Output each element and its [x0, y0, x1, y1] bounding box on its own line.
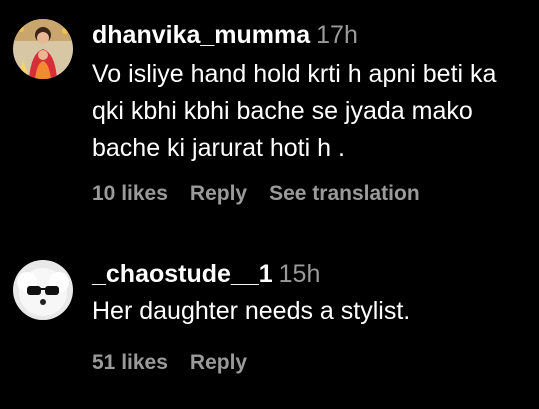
comment-header: _chaostude__1 15h	[92, 259, 320, 289]
reply-button[interactable]: Reply	[190, 351, 247, 374]
timestamp: 17h	[316, 21, 358, 49]
comment-actions: 51 likes Reply	[92, 350, 247, 376]
comments-screen: dhanvika_mumma 17h Vo isliye hand hold kr…	[0, 0, 539, 409]
comment-actions: 10 likes Reply See translation	[92, 181, 420, 207]
likes-count[interactable]: 10 likes	[92, 182, 168, 205]
see-translation-button[interactable]: See translation	[269, 182, 420, 205]
reply-button[interactable]: Reply	[190, 182, 247, 205]
comment-item: dhanvika_mumma 17h Vo isliye hand hold kr…	[0, 0, 539, 230]
comment-text: Her daughter needs a stylist.	[92, 297, 411, 325]
comment-item: _chaostude__1 15h Her daughter needs a st…	[0, 230, 539, 409]
comment-header: dhanvika_mumma 17h	[92, 20, 358, 50]
comment-text: Vo isliye hand hold krti h apni beti ka …	[92, 60, 497, 162]
username-link[interactable]: dhanvika_mumma	[92, 21, 310, 49]
timestamp: 15h	[278, 260, 321, 288]
likes-count[interactable]: 51 likes	[92, 351, 168, 374]
avatar[interactable]	[13, 260, 73, 320]
avatar[interactable]	[13, 19, 73, 79]
username-link[interactable]: _chaostude__1	[92, 260, 273, 288]
